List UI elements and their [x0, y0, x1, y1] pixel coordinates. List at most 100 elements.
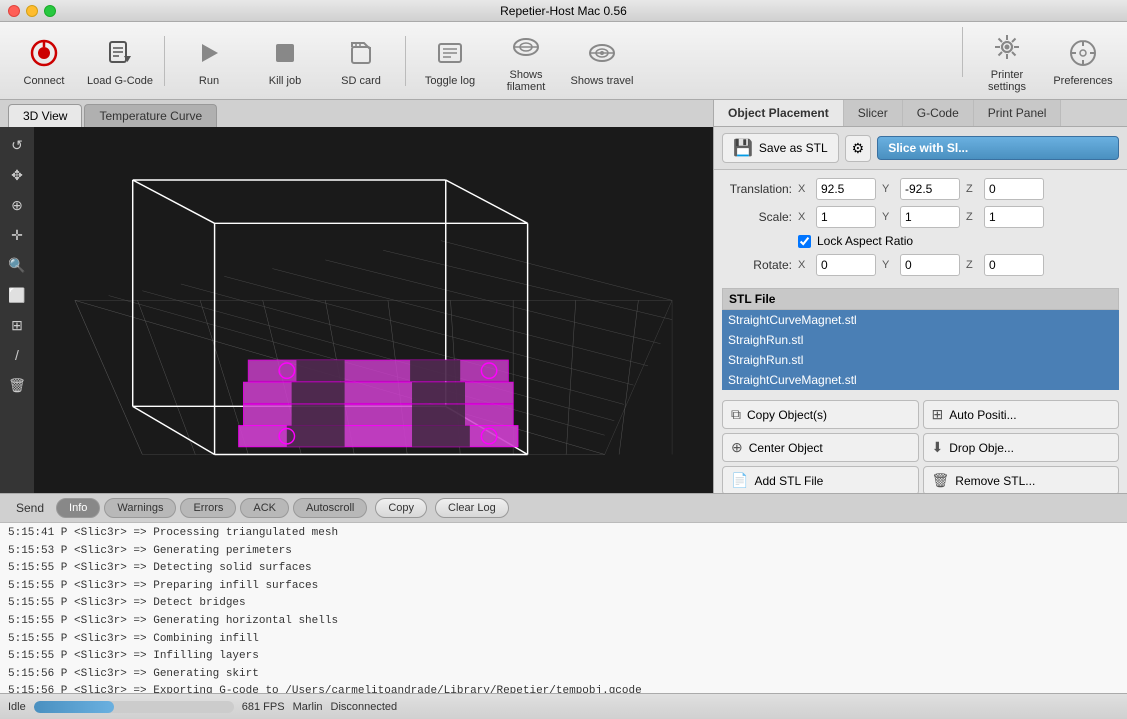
- y-coord-label: Y: [882, 183, 894, 195]
- minimize-button[interactable]: [26, 5, 38, 17]
- shows-travel-icon: [584, 35, 620, 71]
- 3d-scene: [34, 127, 713, 493]
- view-tabs: 3D View Temperature Curve: [0, 100, 713, 127]
- main-area: 3D View Temperature Curve ↺ ✥ ⊕ ✛ 🔍 ⬜ ⊞ …: [0, 100, 1127, 493]
- center-object-button[interactable]: ⊕ Center Object: [722, 433, 919, 462]
- connect-button[interactable]: Connect: [8, 27, 80, 95]
- kill-job-button[interactable]: Kill job: [249, 27, 321, 95]
- measure-tool[interactable]: /: [3, 341, 31, 369]
- refresh-tool[interactable]: ↺: [3, 131, 31, 159]
- sd-card-icon: [343, 35, 379, 71]
- scale-x-input[interactable]: [816, 206, 876, 228]
- log-line: 5:15:41 P <Slic3r> => Processing triangu…: [8, 525, 1119, 543]
- preferences-button[interactable]: Preferences: [1047, 27, 1119, 95]
- fps-display: 681 FPS: [242, 701, 285, 713]
- copy-objects-button[interactable]: ⧉ Copy Object(s): [722, 400, 919, 429]
- tab-ack[interactable]: ACK: [240, 498, 289, 518]
- rotate-row: Rotate: X Y Z: [722, 254, 1119, 276]
- copy-icon: ⧉: [731, 406, 741, 423]
- toolbar-sep-2: [405, 36, 406, 86]
- gear-icon: ⚙: [852, 140, 865, 156]
- load-gcode-button[interactable]: Load G-Code: [84, 27, 156, 95]
- add-stl-button[interactable]: 📄 Add STL File: [722, 466, 919, 493]
- drop-object-button[interactable]: ⬇ Drop Obje...: [923, 433, 1120, 462]
- scale-row: Scale: X Y Z: [722, 206, 1119, 228]
- toolbar: Connect Load G-Code Run Kill: [0, 22, 1127, 100]
- stl-list-header: STL File: [722, 288, 1119, 310]
- window-title: Repetier-Host Mac 0.56: [500, 4, 627, 18]
- actions-panel: ⧉ Copy Object(s) ⊞ Auto Positi... ⊕ Cent…: [714, 394, 1127, 493]
- toggle-log-icon: [432, 35, 468, 71]
- log-output: 5:15:41 P <Slic3r> => Processing triangu…: [0, 523, 1127, 693]
- run-icon: [191, 35, 227, 71]
- copy-log-button[interactable]: Copy: [375, 498, 427, 518]
- tab-print-panel[interactable]: Print Panel: [974, 100, 1062, 126]
- stl-item-2[interactable]: StraighRun.stl: [722, 350, 1119, 370]
- drop-icon: ⬇: [932, 439, 944, 456]
- translation-y-input[interactable]: [900, 178, 960, 200]
- action-row-3: 📄 Add STL File 🗑 Remove STL...: [722, 466, 1119, 493]
- move-tool[interactable]: ✥: [3, 161, 31, 189]
- stl-item-0[interactable]: StraightCurveMagnet.stl: [722, 310, 1119, 330]
- grid-tool[interactable]: ⊞: [3, 311, 31, 339]
- tab-object-placement[interactable]: Object Placement: [714, 100, 844, 126]
- toolbar-sep-3: [962, 27, 963, 77]
- connect-icon: [26, 35, 62, 71]
- tab-errors[interactable]: Errors: [180, 498, 236, 518]
- tab-gcode[interactable]: G-Code: [903, 100, 974, 126]
- preferences-icon: [1065, 35, 1101, 71]
- rotate-x-input[interactable]: [816, 254, 876, 276]
- run-button[interactable]: Run: [173, 27, 245, 95]
- tab-warnings[interactable]: Warnings: [104, 498, 176, 518]
- printer-settings-button[interactable]: Printer settings: [971, 27, 1043, 95]
- toggle-log-button[interactable]: Toggle log: [414, 27, 486, 95]
- remove-stl-button[interactable]: 🗑 Remove STL...: [923, 466, 1120, 493]
- firmware-label: Marlin: [293, 701, 323, 713]
- tab-3d-view[interactable]: 3D View: [8, 104, 82, 127]
- z-coord-label: Z: [966, 183, 978, 195]
- rotate-y-input[interactable]: [900, 254, 960, 276]
- rotate-z-input[interactable]: [984, 254, 1044, 276]
- translation-x-input[interactable]: [816, 178, 876, 200]
- zoom-tool[interactable]: 🔍: [3, 251, 31, 279]
- slice-with-button[interactable]: Slice with Sl...: [877, 136, 1119, 160]
- clear-log-button[interactable]: Clear Log: [435, 498, 509, 518]
- stl-item-1[interactable]: StraighRun.stl: [722, 330, 1119, 350]
- properties-panel: Translation: X Y Z Scale: X Y Z: [714, 170, 1127, 284]
- viewport: ↺ ✥ ⊕ ✛ 🔍 ⬜ ⊞ / 🗑: [0, 127, 713, 493]
- settings-icon-button[interactable]: ⚙: [845, 135, 872, 162]
- translation-row: Translation: X Y Z: [722, 178, 1119, 200]
- view-cube-tool[interactable]: ⬜: [3, 281, 31, 309]
- lock-aspect-checkbox[interactable]: [798, 235, 811, 248]
- maximize-button[interactable]: [44, 5, 56, 17]
- x-coord-label: X: [798, 183, 810, 195]
- translation-z-input[interactable]: [984, 178, 1044, 200]
- shows-filament-button[interactable]: Shows filament: [490, 27, 562, 95]
- tab-slicer[interactable]: Slicer: [844, 100, 903, 126]
- tab-temperature-curve[interactable]: Temperature Curve: [84, 104, 217, 127]
- log-line: 5:15:55 P <Slic3r> => Preparing infill s…: [8, 578, 1119, 596]
- action-row-2: ⊕ Center Object ⬇ Drop Obje...: [722, 433, 1119, 462]
- idle-status: Idle: [8, 701, 26, 713]
- scale-label: Scale:: [722, 210, 792, 224]
- tab-info[interactable]: Info: [56, 498, 100, 518]
- pan-tool[interactable]: ✛: [3, 221, 31, 249]
- progress-bar: [34, 701, 114, 713]
- toolbar-right: Printer settings Preferences: [958, 27, 1119, 95]
- shows-travel-button[interactable]: Shows travel: [566, 27, 638, 95]
- rotate-3d-tool[interactable]: ⊕: [3, 191, 31, 219]
- log-line: 5:15:55 P <Slic3r> => Infilling layers: [8, 648, 1119, 666]
- lock-aspect-row: Lock Aspect Ratio: [722, 234, 1119, 248]
- scale-y-input[interactable]: [900, 206, 960, 228]
- log-line: 5:15:55 P <Slic3r> => Detecting solid su…: [8, 560, 1119, 578]
- left-panel: 3D View Temperature Curve ↺ ✥ ⊕ ✛ 🔍 ⬜ ⊞ …: [0, 100, 714, 493]
- stl-item-3[interactable]: StraightCurveMagnet.stl: [722, 370, 1119, 390]
- auto-position-button[interactable]: ⊞ Auto Positi...: [923, 400, 1120, 429]
- sd-card-button[interactable]: SD card: [325, 27, 397, 95]
- scale-z-input[interactable]: [984, 206, 1044, 228]
- right-panel: Object Placement Slicer G-Code Print Pan…: [714, 100, 1127, 493]
- close-button[interactable]: [8, 5, 20, 17]
- tab-autoscroll[interactable]: Autoscroll: [293, 498, 367, 518]
- save-stl-button[interactable]: 💾 Save as STL: [722, 133, 839, 163]
- delete-tool[interactable]: 🗑: [3, 371, 31, 399]
